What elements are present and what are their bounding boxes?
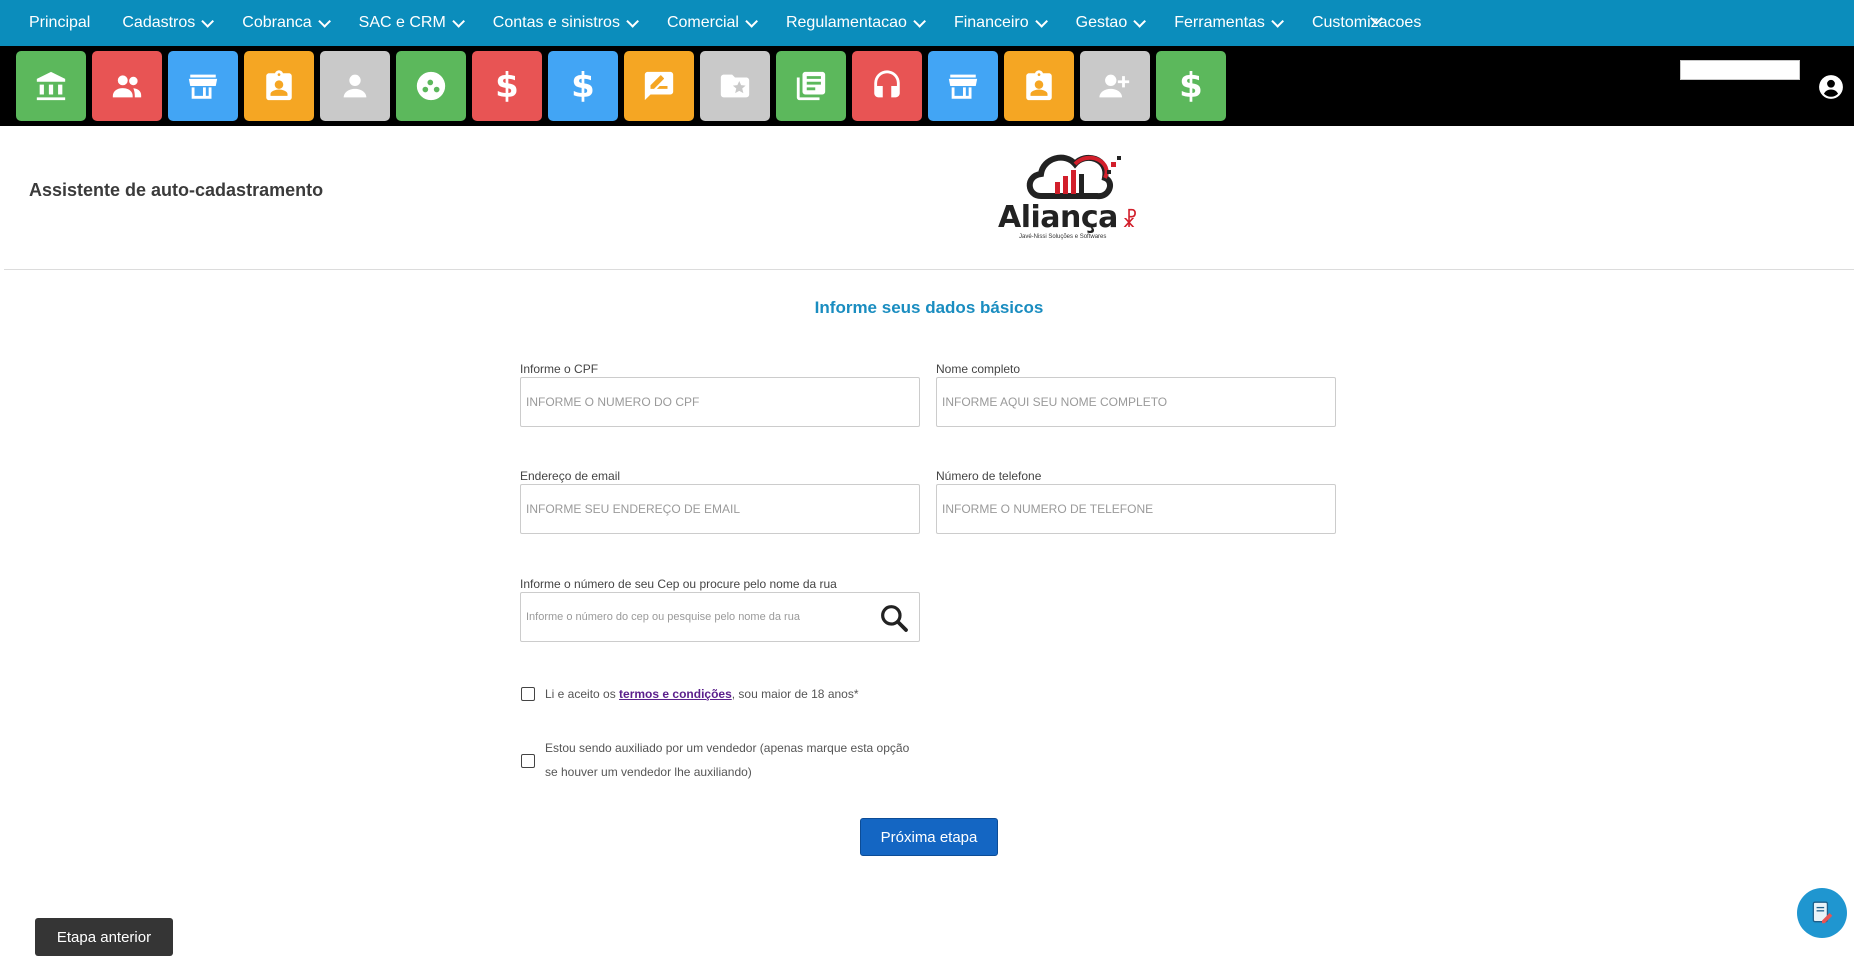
chevron-down-icon	[745, 14, 758, 28]
nav-label: Cadastros	[122, 14, 196, 31]
nav-item-cobranca[interactable]: Cobranca	[242, 14, 331, 32]
account-circle-icon[interactable]	[1818, 74, 1844, 100]
terms-link[interactable]: termos e condições	[619, 687, 732, 701]
shortcut-newspaper[interactable]	[776, 51, 846, 121]
chevron-down-icon	[913, 14, 926, 28]
nav-item-customizacoes[interactable]: Customizacoes	[1312, 14, 1421, 32]
logo-wordmark: Aliança ☧	[998, 200, 1138, 235]
previous-step-button[interactable]: Etapa anterior	[35, 918, 173, 956]
cpf-input[interactable]	[520, 377, 920, 427]
nav-label: Financeiro	[953, 14, 1029, 31]
shortcut-folder-star[interactable]	[700, 51, 770, 121]
main-content: Assistente de auto-cadastramento Aliança…	[4, 126, 1854, 964]
document-edit-icon	[1812, 901, 1833, 924]
contact-badge-icon	[266, 70, 292, 101]
shortcut-headset[interactable]	[852, 51, 922, 121]
shortcut-dollar-3[interactable]: $	[1156, 51, 1226, 121]
bank-icon	[36, 71, 66, 101]
nav-label: Cobranca	[242, 14, 312, 31]
chevron-down-icon	[452, 14, 465, 28]
seller-row: Estou sendo auxiliado por um vendedor (a…	[521, 736, 909, 784]
nav-item-principal[interactable]: Principal	[29, 14, 90, 32]
shortcut-dots-circle[interactable]	[396, 51, 466, 121]
shortcut-dollar-2[interactable]: $	[548, 51, 618, 121]
nav-item-gestao[interactable]: Gestao	[1075, 14, 1147, 32]
logo-subtext: Javé-Nissi Soluções e Softwares	[1019, 234, 1107, 240]
chevron-down-icon	[1034, 14, 1048, 28]
nav-label: Customizacoes	[1311, 14, 1422, 31]
page-header: Assistente de auto-cadastramento Aliança…	[4, 126, 1854, 270]
edit-note-icon	[644, 71, 674, 101]
nav-label: Contas e sinistros	[492, 14, 620, 31]
shortcut-store[interactable]	[168, 51, 238, 121]
shortcut-edit-note[interactable]	[624, 51, 694, 121]
dollar-icon: $	[1179, 66, 1203, 106]
name-label: Nome completo	[936, 362, 1021, 376]
nav-item-sac-crm[interactable]: SAC e CRM	[358, 14, 465, 32]
email-input[interactable]	[520, 484, 920, 534]
phone-label: Número de telefone	[936, 469, 1042, 483]
shortcut-store-2[interactable]	[928, 51, 998, 121]
nav-label: Regulamentacao	[785, 14, 907, 31]
store-icon	[948, 74, 978, 99]
shortcut-dollar-1[interactable]: $	[472, 51, 542, 121]
shortcut-contact-badge[interactable]	[244, 51, 314, 121]
person-icon	[343, 74, 367, 98]
page-title: Assistente de auto-cadastramento	[29, 180, 324, 200]
nav-item-ferramentas[interactable]: Ferramentas	[1174, 14, 1284, 32]
chevron-down-icon	[1370, 12, 1383, 25]
chevron-down-icon	[626, 14, 639, 28]
chevron-down-icon	[201, 14, 215, 28]
shortcut-person[interactable]	[320, 51, 390, 121]
headset-icon	[874, 70, 900, 98]
form-title: Informe seus dados básicos	[814, 298, 1044, 317]
nav-label: Principal	[29, 14, 91, 31]
terms-text: Li e aceito os termos e condições, sou m…	[545, 687, 859, 701]
terms-row: Li e aceito os termos e condições, sou m…	[521, 682, 859, 706]
shortcut-bank[interactable]	[16, 51, 86, 121]
floating-chat-button[interactable]	[1797, 888, 1847, 938]
nav-item-comercial[interactable]: Comercial	[666, 14, 758, 32]
dollar-icon: $	[571, 66, 595, 106]
dollar-icon: $	[495, 66, 519, 106]
nav-label: SAC e CRM	[358, 14, 446, 31]
nav-label: Comercial	[666, 14, 739, 31]
nav-more-dropdown[interactable]	[1370, 12, 1383, 25]
phone-input[interactable]	[936, 484, 1336, 534]
seller-checkbox[interactable]	[521, 754, 535, 768]
top-navigation-bar: Principal Cadastros Cobranca SAC e CRM C…	[0, 0, 1854, 46]
company-logo: Aliança ☧ Javé-Nissi Soluções e Softwares	[989, 144, 1159, 244]
broken-image-placeholder	[1680, 60, 1800, 80]
newspaper-icon	[796, 71, 826, 101]
shortcut-toolbar: $ $ $	[0, 46, 1854, 126]
seller-text: Estou sendo auxiliado por um vendedor (a…	[545, 741, 910, 779]
store-icon	[188, 74, 218, 99]
search-icon[interactable]	[878, 602, 910, 634]
nav-label: Gestao	[1075, 14, 1128, 31]
nav-item-regulamentacao[interactable]: Regulamentacao	[785, 14, 926, 32]
shortcut-add-person[interactable]	[1080, 51, 1150, 121]
shortcut-people[interactable]	[92, 51, 162, 121]
name-input[interactable]	[936, 377, 1336, 427]
cep-search-input[interactable]	[520, 592, 920, 642]
cpf-label: Informe o CPF	[520, 362, 599, 376]
contact-badge-icon	[1026, 70, 1052, 101]
nav-item-financeiro[interactable]: Financeiro	[953, 14, 1048, 32]
chevron-down-icon	[1271, 14, 1284, 28]
nav-item-contas-sinistros[interactable]: Contas e sinistros	[492, 14, 639, 32]
chevron-down-icon	[1133, 14, 1147, 28]
chevron-down-icon	[317, 14, 331, 28]
people-icon	[112, 75, 142, 98]
terms-checkbox[interactable]	[521, 687, 535, 701]
next-step-button[interactable]: Próxima etapa	[860, 818, 998, 856]
nav-label: Ferramentas	[1174, 14, 1265, 31]
folder-star-icon	[720, 74, 750, 98]
email-label: Endereço de email	[520, 469, 621, 483]
dots-circle-icon	[416, 71, 446, 101]
cep-label: Informe o número de seu Cep ou procure p…	[520, 577, 837, 591]
nav-item-cadastros[interactable]: Cadastros	[122, 14, 215, 32]
add-person-icon	[1099, 74, 1130, 98]
shortcut-contact-badge-2[interactable]	[1004, 51, 1074, 121]
